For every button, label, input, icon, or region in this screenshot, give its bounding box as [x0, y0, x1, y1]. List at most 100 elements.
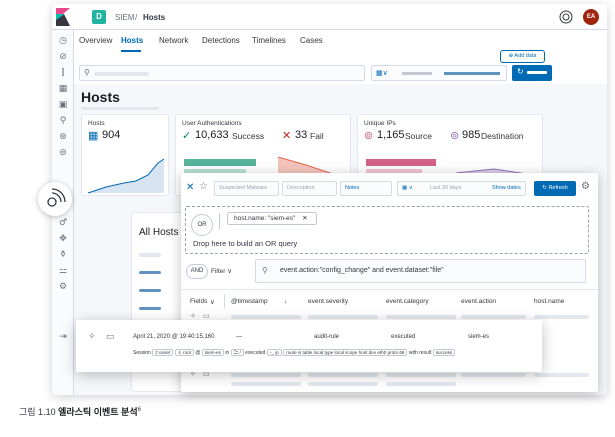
pin-icon[interactable]: ✧: [190, 312, 196, 320]
fields-dropdown[interactable]: Fields: [190, 298, 207, 305]
caption-title: 엘라스틱 이벤트 분석: [58, 407, 138, 417]
monitoring-icon[interactable]: ⚍: [52, 264, 74, 278]
user-avatar[interactable]: EA: [583, 9, 599, 25]
directory-value: /: [239, 350, 241, 355]
column-header-category[interactable]: event.category: [386, 298, 429, 305]
tab-cases[interactable]: Cases: [300, 36, 323, 45]
global-search-row: ⚲ ▦∨ ↻: [79, 65, 552, 81]
divider: [224, 294, 225, 308]
date-picker[interactable]: ▦∨: [371, 65, 507, 81]
drop-hint-text: Drop here to build an OR query: [193, 239, 298, 248]
row-placeholder-bar: [308, 373, 378, 377]
filter-dropdown[interactable]: Filter ∨: [211, 264, 245, 279]
maps-icon[interactable]: ⚲: [52, 114, 74, 128]
row-placeholder-bar: [534, 373, 589, 377]
dashboard-icon[interactable]: ▦: [52, 82, 74, 96]
breadcrumb-siem[interactable]: SIEM: [115, 13, 135, 22]
sort-down-icon[interactable]: ↓: [284, 298, 287, 305]
add-data-button[interactable]: ⊕ Add data: [500, 50, 545, 63]
dev-tools-icon[interactable]: ⚱: [52, 248, 74, 262]
destination-pin-icon: ⊚: [450, 130, 460, 142]
args-pill[interactable]: route is table local type local scope ho…: [283, 349, 408, 356]
timeline-refresh-button[interactable]: ↻ Refresh: [534, 181, 576, 196]
refresh-label-bar: [527, 71, 547, 74]
session-value: unset: [159, 350, 171, 355]
tab-network[interactable]: Network: [159, 36, 188, 45]
host-filter-pill[interactable]: host.name: "siem-es" ✕: [227, 212, 317, 225]
timeline-date-picker[interactable]: ▦ ∨ Last 30 days Show dates: [397, 181, 526, 196]
show-dates-link[interactable]: Show dates: [492, 182, 521, 195]
tab-timelines[interactable]: Timelines: [252, 36, 286, 45]
collapse-nav-icon[interactable]: ⇥: [52, 330, 74, 344]
event-detail-row[interactable]: ✧ ▭ April 21, 2020 @ 19:40:15.160 — audi…: [76, 320, 542, 372]
search-input[interactable]: ⚲: [79, 65, 365, 81]
process-value: ip: [275, 350, 279, 355]
auth-success-bar: [184, 159, 256, 166]
result-pill[interactable]: success: [432, 349, 456, 356]
siem-icon[interactable]: ⊜: [52, 146, 74, 160]
clock-icon[interactable]: ◷: [52, 34, 74, 48]
pin-icon[interactable]: ✧: [88, 331, 96, 342]
hosts-count: 904: [102, 129, 121, 141]
uptime-icon[interactable]: ✥: [52, 232, 74, 246]
space-avatar[interactable]: D: [92, 10, 106, 24]
column-header-severity[interactable]: event.severity: [308, 298, 348, 305]
canvas-icon[interactable]: ▣: [52, 98, 74, 112]
comment-icon[interactable]: ▭: [106, 331, 115, 342]
all-hosts-row-bar: [139, 307, 161, 310]
help-icon[interactable]: [558, 9, 574, 25]
favorite-star-icon[interactable]: ☆: [199, 181, 208, 192]
date-start-bar: [402, 72, 432, 75]
apm-icon[interactable]: ♂: [52, 216, 74, 230]
management-icon[interactable]: ⚙: [52, 280, 74, 294]
timeline-flyout-icon[interactable]: [38, 182, 72, 216]
user-pill[interactable]: ♙ root: [174, 349, 194, 356]
column-header-timestamp[interactable]: @timestamp: [231, 298, 268, 305]
close-icon[interactable]: ✕: [186, 182, 194, 193]
divider: [181, 289, 598, 290]
fields-chevron-icon: ∨: [210, 299, 215, 306]
column-header-action[interactable]: event.action: [461, 298, 496, 305]
session-pill[interactable]: ≠ unset: [152, 349, 174, 356]
compass-icon[interactable]: ⊘: [52, 50, 74, 64]
ips-card-label: Unique IPs: [364, 120, 396, 127]
at-label: @: [195, 350, 201, 356]
kibana-logo-icon[interactable]: [55, 8, 71, 26]
column-header-host[interactable]: host.name: [534, 298, 564, 305]
ips-dest-count: 985: [462, 129, 481, 141]
row-placeholder-bar: [308, 315, 378, 319]
source-pin-icon: ⊚: [364, 130, 374, 142]
timeline-description-input[interactable]: Description: [282, 181, 337, 196]
host-pill[interactable]: siem-es: [201, 349, 224, 356]
refresh-label: Refresh: [548, 185, 568, 191]
breadcrumb-separator: /: [135, 13, 138, 22]
hosts-kpi-card: Hosts ▦ 904: [81, 114, 169, 196]
row-placeholder-bar: [231, 315, 301, 319]
page-title: Hosts: [81, 89, 120, 105]
tab-hosts[interactable]: Hosts: [121, 36, 143, 45]
notes-button[interactable]: Notes: [340, 181, 392, 196]
visualize-icon[interactable]: ⫿: [52, 66, 74, 80]
event-summary-line: Session ≠ unset ♙ root @ siem-es in 🗀 / …: [133, 349, 456, 360]
tab-detections[interactable]: Detections: [202, 36, 240, 45]
ml-icon[interactable]: ⊛: [52, 130, 74, 144]
settings-gear-icon[interactable]: ⚙: [581, 181, 590, 192]
filter-label: Filter: [211, 268, 226, 275]
directory-pill[interactable]: 🗀 /: [230, 349, 244, 356]
row-placeholder-bar: [386, 315, 456, 319]
hosts-table-icon: ▦: [88, 130, 99, 142]
host-filter-text: host.name: "siem-es": [234, 215, 296, 222]
comment-icon[interactable]: ▭: [203, 312, 210, 320]
row-placeholder-bar: [461, 315, 526, 319]
session-label: Session: [133, 350, 151, 356]
timeline-title-input[interactable]: Suspected Malware: [214, 181, 279, 196]
row-placeholder-bar: [386, 373, 456, 377]
refresh-button[interactable]: ↻: [512, 65, 552, 81]
user-value: root: [183, 350, 191, 355]
remove-filter-icon[interactable]: ✕: [302, 215, 307, 222]
page-subtitle-bar: [81, 107, 159, 110]
tab-overview[interactable]: Overview: [79, 36, 112, 45]
process-pill[interactable]: ›_ ip: [266, 349, 282, 356]
divider: [219, 213, 220, 229]
ips-source-bar: [366, 159, 436, 166]
